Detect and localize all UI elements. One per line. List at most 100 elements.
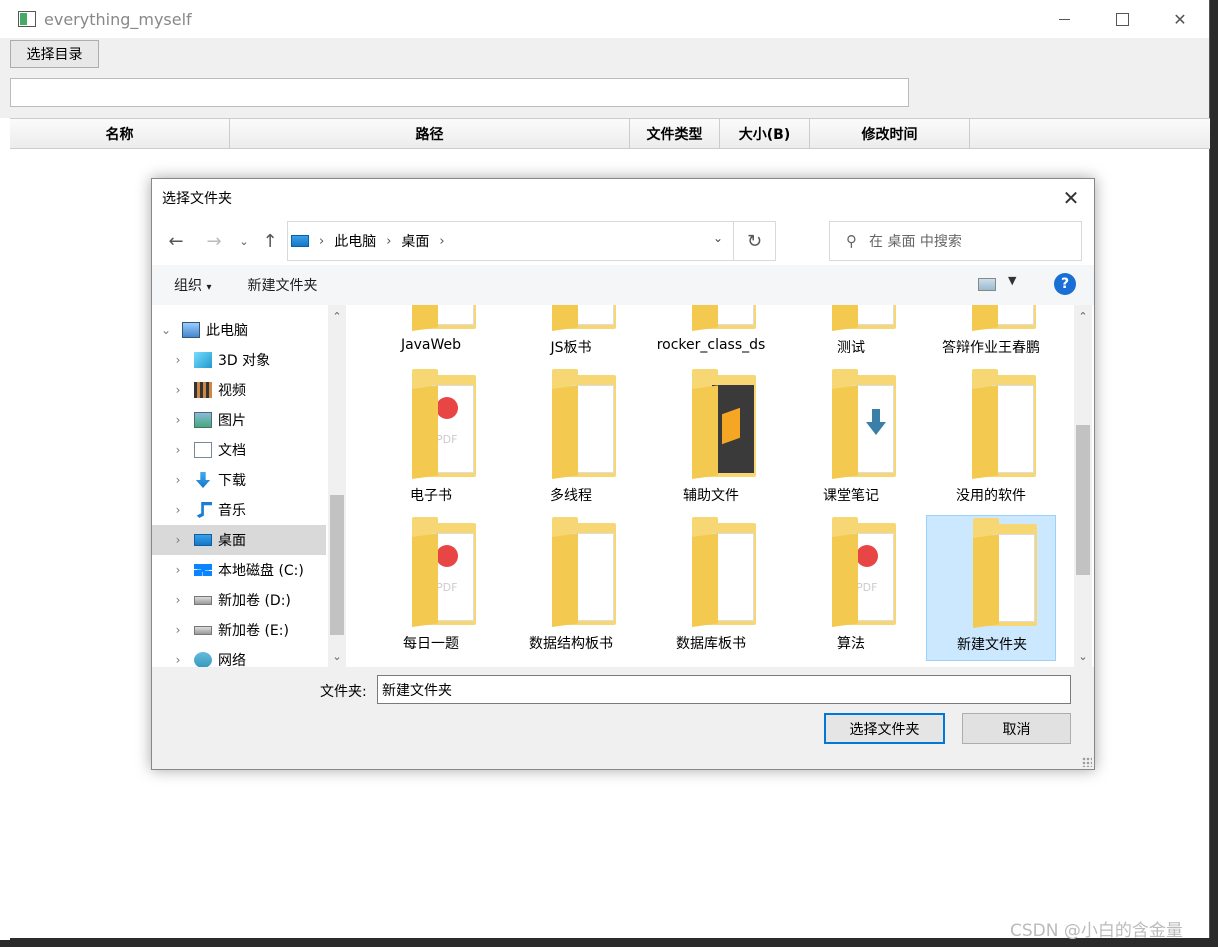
file-item[interactable]: rocker_class_ds xyxy=(646,305,776,365)
forward-button[interactable]: → xyxy=(202,229,226,253)
minimize-button[interactable] xyxy=(1035,0,1093,38)
dialog-close-button[interactable]: ✕ xyxy=(1048,179,1094,217)
sidebar-item-7[interactable]: › 桌面 xyxy=(152,525,326,555)
chevron-right-icon[interactable]: › xyxy=(319,234,324,249)
sidebar-item-5[interactable]: › 下载 xyxy=(152,465,326,495)
sidebar-item-10[interactable]: › 新加卷 (E:) xyxy=(152,615,326,645)
file-item[interactable]: 数据库板书 xyxy=(646,515,776,661)
sidebar-item-0[interactable]: ⌄ 此电脑 xyxy=(152,315,326,345)
scroll-up-icon[interactable]: ⌃ xyxy=(1074,307,1092,325)
breadcrumb-desktop[interactable]: 桌面 xyxy=(401,231,429,251)
file-item[interactable]: 答辩作业王春鹏 xyxy=(926,305,1056,365)
drive-icon xyxy=(194,595,212,605)
file-item[interactable]: 辅助文件 xyxy=(646,367,776,513)
view-options-icon[interactable] xyxy=(978,278,996,291)
column-header-name[interactable]: 名称 xyxy=(10,119,230,148)
scroll-up-icon[interactable]: ⌃ xyxy=(328,307,346,325)
cancel-button[interactable]: 取消 xyxy=(962,713,1071,744)
sidebar-item-3[interactable]: › 图片 xyxy=(152,405,326,435)
search-input[interactable]: ⚲ 在 桌面 中搜索 xyxy=(829,221,1082,261)
chevron-right-icon[interactable]: › xyxy=(386,234,391,249)
caret-down-icon[interactable]: ▼ xyxy=(1008,274,1016,287)
document-icon xyxy=(194,442,212,458)
sidebar-item-6[interactable]: › 音乐 xyxy=(152,495,326,525)
arrow-right-icon: → xyxy=(206,230,222,252)
chevron-right-icon[interactable]: › xyxy=(172,593,184,607)
cube-icon xyxy=(194,352,212,368)
file-item[interactable]: JavaWeb xyxy=(366,305,496,365)
help-icon[interactable]: ? xyxy=(1054,273,1076,295)
chevron-down-icon[interactable]: ⌄ xyxy=(160,323,172,337)
close-button[interactable]: ✕ xyxy=(1151,0,1209,38)
chevron-right-icon[interactable]: › xyxy=(172,623,184,637)
chevron-right-icon[interactable]: › xyxy=(172,503,184,517)
up-button[interactable]: ↑ xyxy=(258,229,282,253)
chevron-right-icon[interactable]: › xyxy=(172,383,184,397)
chevron-right-icon[interactable]: › xyxy=(172,443,184,457)
sidebar-item-2[interactable]: › 视频 xyxy=(152,375,326,405)
chevron-right-icon[interactable]: › xyxy=(172,653,184,667)
address-dropdown-icon[interactable]: ⌄ xyxy=(713,231,723,245)
recent-dropdown-button[interactable]: ⌄ xyxy=(232,229,256,253)
window-controls: ✕ xyxy=(1035,0,1209,38)
windows-drive-icon xyxy=(194,564,212,576)
refresh-button[interactable]: ↻ xyxy=(733,222,775,260)
column-header-type[interactable]: 文件类型 xyxy=(630,119,720,148)
folder-download-icon xyxy=(832,369,896,479)
file-item[interactable]: 数据结构板书 xyxy=(506,515,636,661)
new-folder-button[interactable]: 新建文件夹 xyxy=(247,275,317,295)
file-item[interactable]: PDF 算法 xyxy=(786,515,916,661)
maximize-button[interactable] xyxy=(1093,0,1151,38)
file-grid: JavaWeb JS板书 rocker_class_ds 测试 答辩作业王春鹏 PDF 电子… xyxy=(348,305,1074,667)
file-item[interactable]: 新建文件夹 xyxy=(926,515,1056,661)
sidebar-item-1[interactable]: › 3D 对象 xyxy=(152,345,326,375)
sidebar-item-8[interactable]: › 本地磁盘 (C:) xyxy=(152,555,326,585)
sidebar-item-11[interactable]: › 网络 xyxy=(152,645,326,667)
file-item[interactable]: 测试 xyxy=(786,305,916,365)
main-toolbar: 选择目录 xyxy=(0,38,1209,118)
path-input[interactable] xyxy=(10,78,909,107)
chevron-right-icon[interactable]: › xyxy=(172,533,184,547)
organize-menu[interactable]: 组织 ▾ xyxy=(174,275,211,295)
breadcrumb-this-pc[interactable]: 此电脑 xyxy=(334,231,376,251)
sidebar-item-label: 下载 xyxy=(218,473,246,489)
file-item[interactable]: 多线程 xyxy=(506,367,636,513)
sidebar-item-label: 文档 xyxy=(218,443,246,459)
chevron-right-icon[interactable]: › xyxy=(172,563,184,577)
file-item[interactable]: PDF 每日一题 xyxy=(366,515,496,661)
navigation-pane: ⌄ 此电脑 › 3D 对象 › 视频 › 图片 › 文档 › 下载 › 音乐 › 桌面 › 本地磁盘 (C:) › 新… xyxy=(152,305,346,667)
nav-scrollbar[interactable]: ⌃ ⌄ xyxy=(328,305,346,667)
chevron-right-icon[interactable]: › xyxy=(172,413,184,427)
table-header: 名称 路径 文件类型 大小(B) 修改时间 xyxy=(10,118,1210,149)
folder-name-input[interactable]: 新建文件夹 xyxy=(377,675,1071,704)
chevron-down-icon: ⌄ xyxy=(239,234,249,248)
chevron-right-icon[interactable]: › xyxy=(439,234,444,249)
app-icon xyxy=(18,11,36,27)
column-header-modified[interactable]: 修改时间 xyxy=(810,119,970,148)
back-button[interactable]: ← xyxy=(164,229,188,253)
resize-grip[interactable] xyxy=(1082,757,1092,767)
file-grid-scroll-thumb[interactable] xyxy=(1076,425,1090,575)
chevron-right-icon[interactable]: › xyxy=(172,353,184,367)
nav-scroll-thumb[interactable] xyxy=(330,495,344,635)
address-bar[interactable]: › 此电脑 › 桌面 › ⌄ ↻ xyxy=(287,221,776,261)
select-directory-button[interactable]: 选择目录 xyxy=(10,40,99,68)
file-item-label: 算法 xyxy=(837,636,865,652)
file-item-label: 课堂笔记 xyxy=(823,488,879,504)
file-item[interactable]: JS板书 xyxy=(506,305,636,365)
chevron-right-icon[interactable]: › xyxy=(172,473,184,487)
select-folder-button[interactable]: 选择文件夹 xyxy=(824,713,945,744)
file-item[interactable]: 没用的软件 xyxy=(926,367,1056,513)
sidebar-item-4[interactable]: › 文档 xyxy=(152,435,326,465)
sidebar-item-label: 桌面 xyxy=(218,533,246,549)
file-grid-scrollbar[interactable]: ⌃ ⌄ xyxy=(1074,305,1092,667)
file-item[interactable]: PDF 电子书 xyxy=(366,367,496,513)
column-header-size[interactable]: 大小(B) xyxy=(720,119,810,148)
folder-icon xyxy=(412,305,476,331)
file-item[interactable]: 课堂笔记 xyxy=(786,367,916,513)
sidebar-item-9[interactable]: › 新加卷 (D:) xyxy=(152,585,326,615)
window-title: everything_myself xyxy=(44,9,192,29)
scroll-down-icon[interactable]: ⌄ xyxy=(328,647,346,665)
column-header-path[interactable]: 路径 xyxy=(230,119,630,148)
scroll-down-icon[interactable]: ⌄ xyxy=(1074,647,1092,665)
